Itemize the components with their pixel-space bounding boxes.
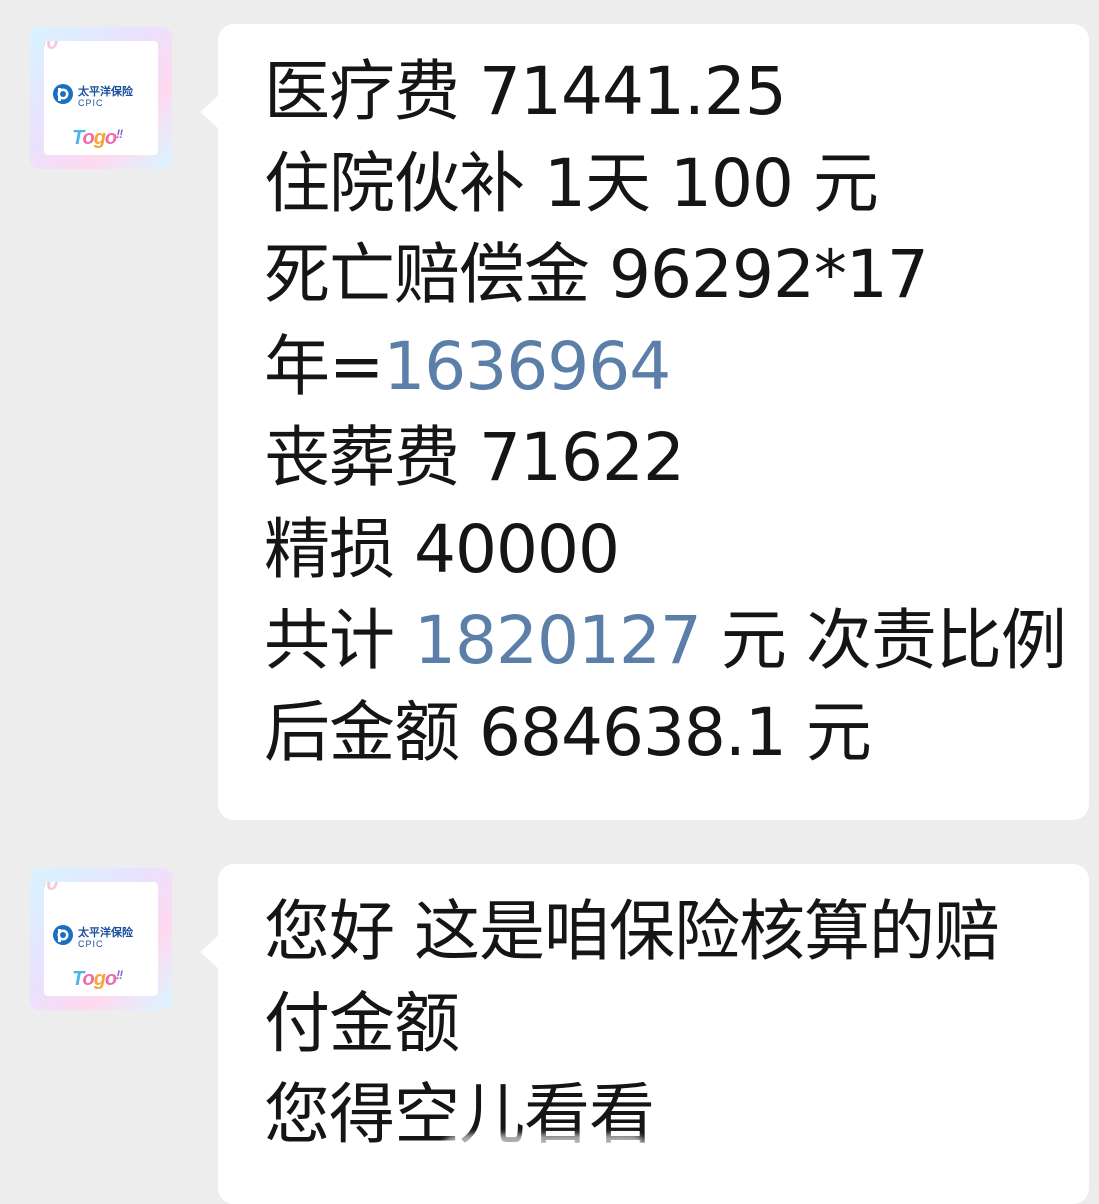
line-text: 医疗费 71441.25 (264, 53, 787, 130)
avatar-badge-number: 90 (44, 882, 59, 895)
sender-avatar[interactable]: 90 太平洋保险 CPIC Togo!! (30, 27, 172, 169)
watermark-overlay (440, 1134, 650, 1174)
tago-logo: Togo!! (72, 127, 123, 149)
brand-name-en: CPIC (78, 939, 104, 949)
message-line: 精损 40000 (264, 504, 1049, 596)
avatar-badge-number: 90 (44, 41, 59, 54)
message-line: 共计 1820127 元 次责比例 (264, 595, 1067, 687)
message-bubble[interactable]: 您好 这是咱保险核算的赔 付金额 您得空儿看看 (200, 864, 1089, 1204)
brand-name-cn: 太平洋保险 (78, 85, 133, 98)
line-text: 丧葬费 71622 (264, 419, 685, 496)
sender-avatar[interactable]: 90 太平洋保险 CPIC Togo!! (30, 868, 172, 1010)
line-text: 死亡赔偿金 96292*17 (264, 236, 929, 313)
message-line: 付金额 (264, 978, 1049, 1070)
tago-logo: Togo!! (72, 968, 123, 990)
message-line: 死亡赔偿金 96292*17 (264, 229, 1049, 321)
line-text: 住院伙补 1天 100 元 (264, 144, 879, 222)
line-text: 元 次责比例 (700, 602, 1067, 679)
detected-number-link[interactable]: 1636964 (383, 328, 671, 405)
line-text: 付金额 (264, 984, 460, 1062)
message-line: 您得空儿看看 (264, 1069, 1049, 1161)
line-text: 共计 (264, 602, 414, 679)
brand-name-en: CPIC (78, 98, 104, 108)
line-text: 年= (264, 327, 384, 405)
line-text: 后金额 684638.1 元 (264, 693, 872, 771)
message-line: 医疗费 71441.25 (264, 46, 1049, 138)
cpic-logo-icon (53, 84, 73, 104)
avatar-image: 90 太平洋保险 CPIC Togo!! (44, 41, 158, 155)
message-line: 丧葬费 71622 (264, 412, 1049, 504)
message-bubble[interactable]: 医疗费 71441.25 住院伙补 1天 100 元 死亡赔偿金 96292*1… (200, 24, 1089, 820)
line-text: 精损 40000 (264, 510, 620, 588)
message-line: 住院伙补 1天 100 元 (264, 138, 1049, 230)
avatar-image: 90 太平洋保险 CPIC Togo!! (44, 882, 158, 996)
brand-name-cn: 太平洋保险 (78, 926, 133, 939)
line-text: 您好 这是咱保险核算的赔 (264, 893, 1000, 970)
detected-number-link[interactable]: 1820127 (414, 602, 702, 679)
message-line: 后金额 684638.1 元 (264, 687, 1049, 779)
cpic-logo-icon (53, 925, 73, 945)
message-line: 您好 这是咱保险核算的赔 (264, 886, 1049, 978)
message-line: 年=1636964 (264, 321, 1049, 413)
